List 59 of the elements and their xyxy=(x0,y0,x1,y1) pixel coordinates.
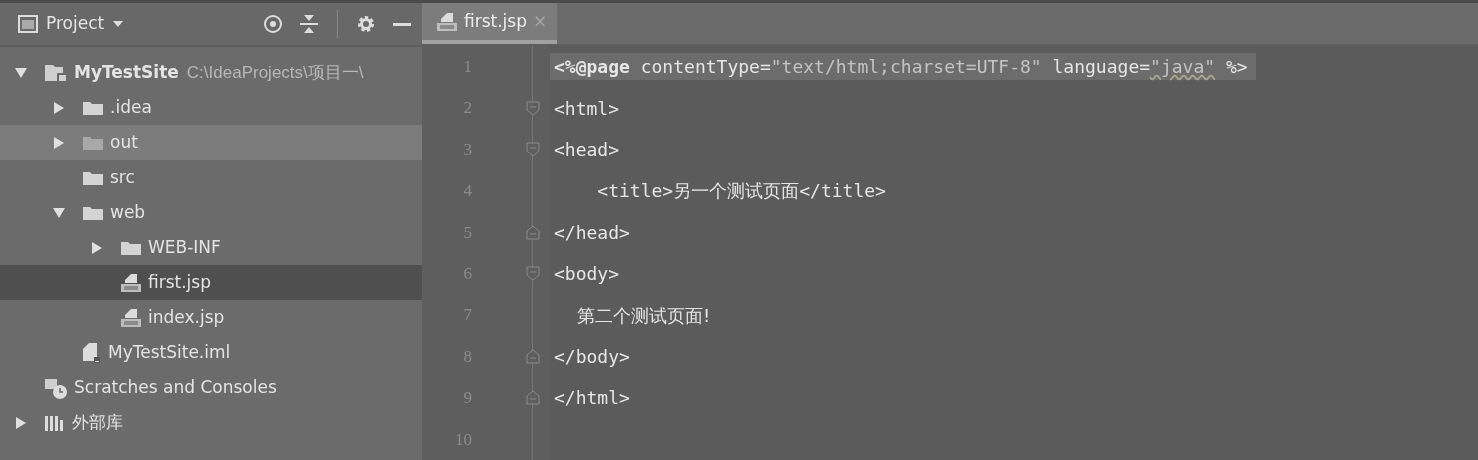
expand-arrow-icon[interactable] xyxy=(14,66,28,79)
folder-icon xyxy=(82,169,104,186)
settings-icon[interactable] xyxy=(356,14,376,34)
tree-item[interactable]: web xyxy=(0,195,422,230)
code-line: </body> xyxy=(553,345,631,369)
tree-item[interactable]: WEB-INF xyxy=(0,230,422,265)
tree-item[interactable]: MyTestSite.iml xyxy=(0,335,422,370)
module-icon xyxy=(44,63,68,82)
jsp-file-icon xyxy=(120,272,142,293)
item-label: WEB-INF xyxy=(148,235,221,259)
library-icon xyxy=(44,413,66,432)
code-line: <head> xyxy=(553,138,621,163)
fold-start-icon[interactable] xyxy=(526,266,540,282)
editor-tab[interactable]: first.jsp × xyxy=(422,3,558,45)
window-icon xyxy=(18,15,38,33)
code-line: 第二个测试页面! xyxy=(575,303,712,328)
item-label: .idea xyxy=(110,95,152,119)
fold-start-icon[interactable] xyxy=(526,100,540,116)
collapse-icon[interactable] xyxy=(299,14,319,34)
collapse-arrow-icon[interactable] xyxy=(15,415,27,430)
item-label: MyTestSite.iml xyxy=(108,340,231,364)
folder-icon xyxy=(82,99,104,116)
collapse-arrow-icon[interactable] xyxy=(91,240,103,255)
fold-start-icon[interactable] xyxy=(526,142,540,158)
item-label: MyTestSite xyxy=(74,60,179,84)
module-file-icon xyxy=(82,341,102,364)
tree-item[interactable]: src xyxy=(0,160,422,195)
item-label: first.jsp xyxy=(148,270,211,294)
code-line: <body> xyxy=(553,262,621,287)
item-label: out xyxy=(110,130,138,154)
caret-icon[interactable] xyxy=(112,20,125,28)
tree-item[interactable]: index.jsp xyxy=(0,300,422,335)
tree-item[interactable]: .idea xyxy=(0,90,422,125)
scratches-icon xyxy=(44,376,68,399)
item-label: Scratches and Consoles xyxy=(74,375,277,399)
tree-item[interactable]: Scratches and Consoles xyxy=(0,370,422,405)
panel-title[interactable]: Project xyxy=(46,11,105,37)
jsp-file-icon xyxy=(120,307,142,328)
code-line: </html> xyxy=(553,386,631,411)
jsp-file-icon xyxy=(436,11,458,32)
tree-item[interactable]: first.jsp xyxy=(0,265,422,300)
expand-arrow-icon[interactable] xyxy=(52,206,66,219)
code-line: </head> xyxy=(553,220,631,245)
folder-icon xyxy=(82,204,104,221)
code-line: <html> xyxy=(553,96,621,121)
collapse-arrow-icon[interactable] xyxy=(53,135,65,150)
tree-item[interactable]: MyTestSite C:\IdeaProjects\项目一\ xyxy=(0,55,422,90)
folder-icon xyxy=(120,239,142,256)
item-label: src xyxy=(110,165,135,189)
tree-item[interactable]: 外部库 xyxy=(0,405,422,440)
item-label: index.jsp xyxy=(148,305,225,329)
item-label: web xyxy=(110,200,146,224)
code-line: <title>另一个测试页面</title> xyxy=(596,179,887,204)
tree-item[interactable]: out xyxy=(0,125,422,160)
item-label: 外部库 xyxy=(72,410,123,434)
folder-icon xyxy=(82,134,104,151)
project-path: C:\IdeaProjects\项目一\ xyxy=(186,61,364,84)
collapse-arrow-icon[interactable] xyxy=(53,100,65,115)
locate-icon[interactable] xyxy=(263,14,283,34)
